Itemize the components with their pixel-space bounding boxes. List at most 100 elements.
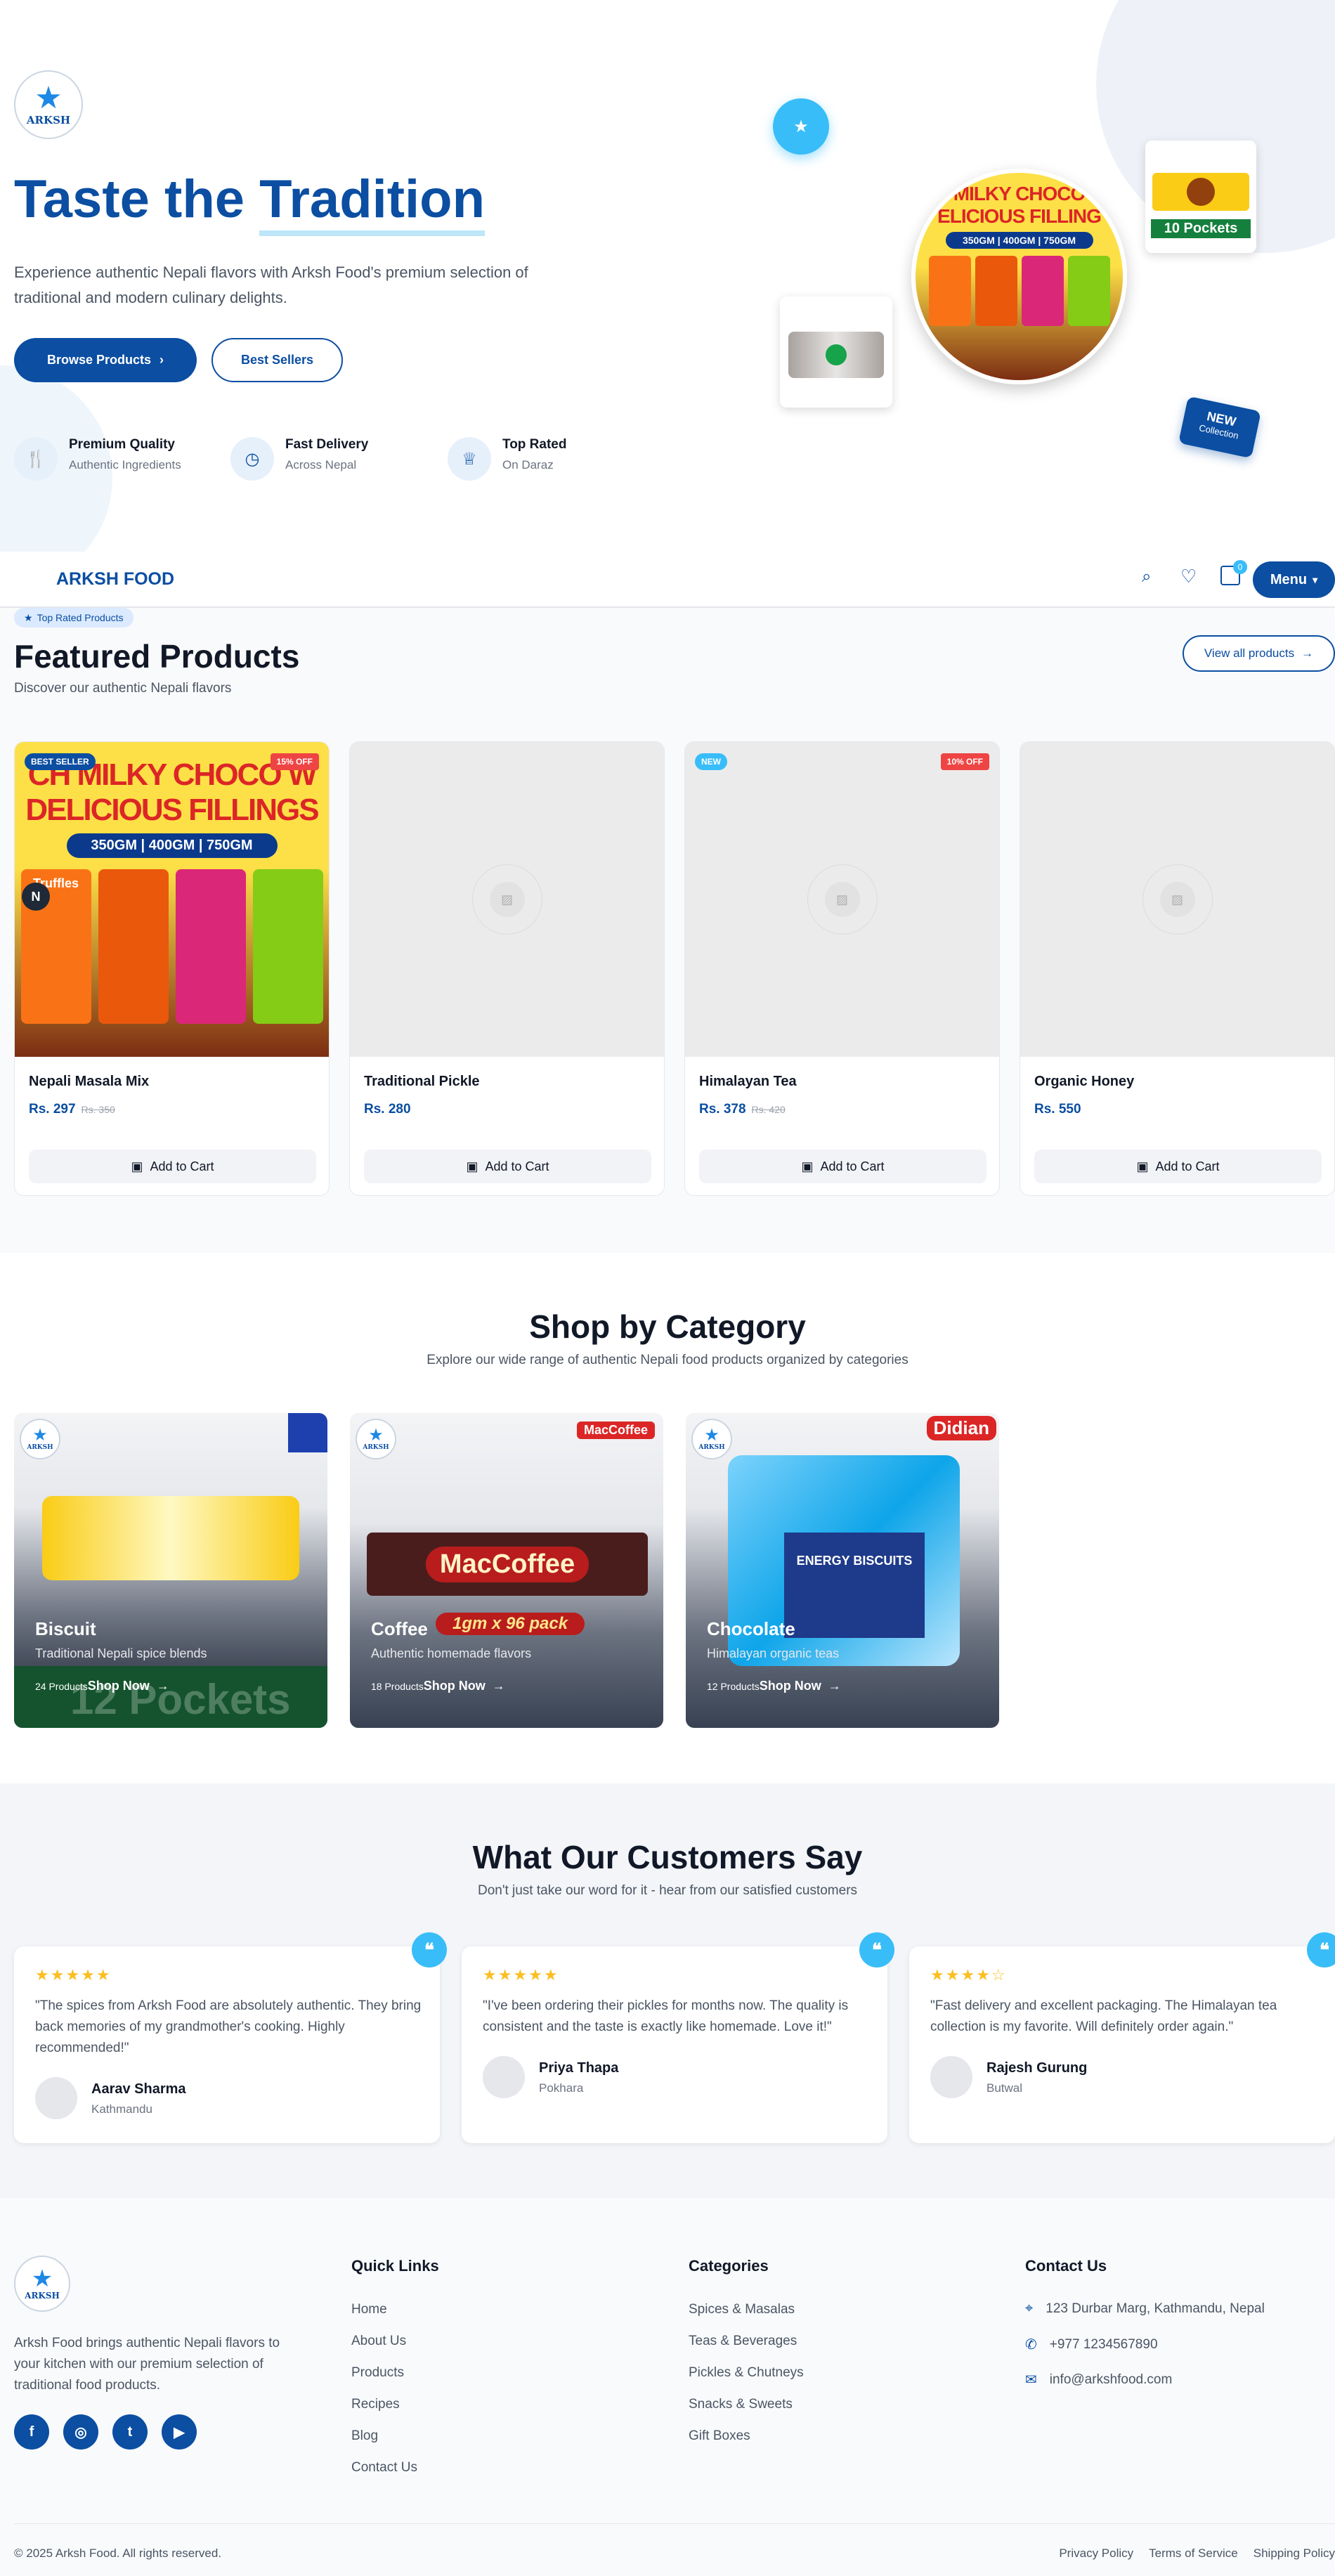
category-card-coffee[interactable]: ★ ARKSH MacCoffee MacCoffee 1gm x 96 pack…: [350, 1413, 663, 1728]
footer-logo[interactable]: ★ ARKSH: [14, 2256, 70, 2312]
reviewer-city: Butwal: [986, 2081, 1023, 2095]
hero-title-part1: Taste the: [14, 169, 260, 229]
search-icon[interactable]: ⌕: [1142, 567, 1151, 587]
brand-label: Didian: [926, 1416, 996, 1440]
email-text[interactable]: info@arkshfood.com: [1050, 2372, 1173, 2388]
featured-subtitle: Discover our authentic Nepali flavors: [14, 681, 232, 696]
circle-line1: MILKY CHOCO: [953, 183, 1086, 204]
menu-button[interactable]: Menu ▾: [1253, 561, 1335, 598]
legal-links: Privacy Policy Terms of Service Shipping…: [1059, 2546, 1335, 2561]
hero-section: ★ ARKSH Taste the Tradition Experience a…: [0, 0, 1335, 552]
footer-cat-snacks[interactable]: Snacks & Sweets: [689, 2397, 804, 2428]
avatar: [35, 2077, 77, 2119]
add-to-cart-button[interactable]: ▣ Add to Cart: [1034, 1150, 1322, 1183]
rating-stars: ★★★★☆: [930, 1966, 1007, 1984]
phone-icon: ✆: [1025, 2337, 1037, 2353]
nav-brand[interactable]: ARKSH FOOD: [56, 569, 174, 590]
logo[interactable]: ★ ARKSH: [14, 70, 83, 139]
shop-now-link[interactable]: Shop Now: [760, 1679, 821, 1693]
footer-link-home[interactable]: Home: [351, 2302, 417, 2334]
footer-cat-spices[interactable]: Spices & Masalas: [689, 2302, 804, 2334]
category-section: Shop by Category Explore our wide range …: [0, 1253, 1335, 1783]
add-to-cart-button[interactable]: ▣ Add to Cart: [29, 1150, 316, 1183]
contact-email: ✉ info@arkshfood.com: [1025, 2371, 1172, 2388]
social-links: f ◎ t ▶: [14, 2414, 197, 2450]
terms-link[interactable]: Terms of Service: [1149, 2546, 1238, 2561]
product-name: Traditional Pickle: [364, 1074, 480, 1089]
navbar: ARKSH FOOD ⌕ ♡ 0 Menu ▾: [0, 552, 1335, 608]
footer-link-contact[interactable]: Contact Us: [351, 2460, 417, 2492]
cart-count-badge: 0: [1233, 560, 1247, 574]
contact-address: ⌖ 123 Durbar Marg, Kathmandu, Nepal: [1025, 2301, 1265, 2317]
map-pin-icon: ⌖: [1025, 2301, 1034, 2316]
chevron-down-icon: ▾: [1313, 573, 1318, 585]
category-links: Spices & Masalas Teas & Beverages Pickle…: [689, 2302, 804, 2460]
best-sellers-button[interactable]: Best Sellers: [211, 338, 343, 382]
mail-icon: ✉: [1025, 2372, 1037, 2388]
twitter-icon[interactable]: t: [112, 2414, 148, 2450]
footer-cat-gifts[interactable]: Gift Boxes: [689, 2428, 804, 2460]
circle-line2: ELICIOUS FILLING: [937, 205, 1102, 227]
add-to-cart-label: Add to Cart: [150, 1159, 214, 1173]
avatar: [930, 2056, 972, 2098]
bestseller-badge: BEST SELLER: [25, 753, 96, 770]
browse-products-button[interactable]: Browse Products ›: [14, 338, 197, 382]
shipping-policy-link[interactable]: Shipping Policy: [1253, 2546, 1335, 2561]
brand-logo: ★ ARKSH: [691, 1419, 732, 1459]
star-icon: ★: [24, 611, 33, 623]
add-to-cart-label: Add to Cart: [820, 1159, 885, 1173]
testimonial-quote: "Fast delivery and excellent packaging. …: [930, 1998, 1277, 2034]
footer-link-blog[interactable]: Blog: [351, 2428, 417, 2460]
product-card[interactable]: ▨ Organic Honey Rs. 550 ▣ Add to Cart: [1020, 741, 1335, 1196]
shop-now-link[interactable]: Shop Now: [88, 1679, 150, 1693]
footer-link-products[interactable]: Products: [351, 2365, 417, 2397]
add-to-cart-label: Add to Cart: [1155, 1159, 1220, 1173]
category-name: Coffee: [371, 1618, 428, 1639]
feature-quality: 🍴 Premium Quality Authentic Ingredients: [14, 437, 181, 481]
logo-text: ARKSH: [26, 114, 71, 126]
reviewer-name: Priya Thapa: [539, 2060, 619, 2076]
bag-icon: ▣: [466, 1159, 478, 1173]
footer-divider: [14, 2523, 1335, 2524]
arrow-right-icon: →: [828, 1679, 841, 1693]
youtube-icon[interactable]: ▶: [162, 2414, 197, 2450]
footer-link-about[interactable]: About Us: [351, 2334, 417, 2365]
product-card[interactable]: CH MILKY CHOCO W DELICIOUS FILLINGS 350G…: [14, 741, 330, 1196]
privacy-policy-link[interactable]: Privacy Policy: [1059, 2546, 1133, 2561]
arrow-right-icon: →: [492, 1679, 505, 1693]
circle-packs: [916, 256, 1123, 326]
add-to-cart-button[interactable]: ▣ Add to Cart: [699, 1150, 986, 1183]
add-to-cart-label: Add to Cart: [485, 1159, 549, 1173]
feature-sub: On Daraz: [502, 458, 554, 471]
feature-title: Premium Quality: [69, 437, 175, 452]
contact-phone: ✆ +977 1234567890: [1025, 2336, 1158, 2353]
new-badge: NEW: [695, 753, 727, 770]
featured-title: Featured Products: [14, 638, 300, 675]
footer-cat-teas[interactable]: Teas & Beverages: [689, 2334, 804, 2365]
image-icon: ▨: [1159, 882, 1195, 917]
add-to-cart-button[interactable]: ▣ Add to Cart: [364, 1150, 651, 1183]
heart-icon[interactable]: ♡: [1180, 566, 1197, 587]
pack-text: 1gm x 96 pack: [436, 1613, 585, 1635]
shop-now-link[interactable]: Shop Now: [424, 1679, 486, 1693]
product-card[interactable]: ▨ NEW 10% OFF Himalayan Tea Rs. 378 Rs. 4…: [684, 741, 1000, 1196]
category-card-chocolate[interactable]: ★ ARKSH Didian ENERGY BISCUITS Chocolate …: [686, 1413, 999, 1728]
instagram-icon[interactable]: ◎: [63, 2414, 98, 2450]
testimonials-section: What Our Customers Say Don't just take o…: [0, 1783, 1335, 2198]
brand-logo: ★ ARKSH: [20, 1419, 60, 1459]
footer-cat-pickles[interactable]: Pickles & Chutneys: [689, 2365, 804, 2397]
pack-label: 10 Pockets: [1151, 219, 1251, 238]
discount-badge: 10% OFF: [940, 753, 989, 770]
pack-text: ENERGY BISCUITS: [784, 1533, 925, 1638]
hero-title: Taste the Tradition: [14, 169, 486, 236]
category-card-biscuit[interactable]: ★ ARKSH 12 Pockets Biscuit Traditional Ne…: [14, 1413, 327, 1728]
product-name: Nepali Masala Mix: [29, 1074, 150, 1089]
facebook-icon[interactable]: f: [14, 2414, 49, 2450]
product-card[interactable]: ▨ Traditional Pickle Rs. 280 ▣ Add to Car…: [349, 741, 665, 1196]
featured-section: ★ Top Rated Products Featured Products Di…: [0, 608, 1335, 1253]
biscuit-pack: [42, 1496, 299, 1580]
footer-link-recipes[interactable]: Recipes: [351, 2397, 417, 2428]
view-all-products-button[interactable]: View all products →: [1183, 635, 1335, 672]
browse-products-label: Browse Products: [46, 353, 152, 367]
phone-text[interactable]: +977 1234567890: [1050, 2337, 1158, 2353]
